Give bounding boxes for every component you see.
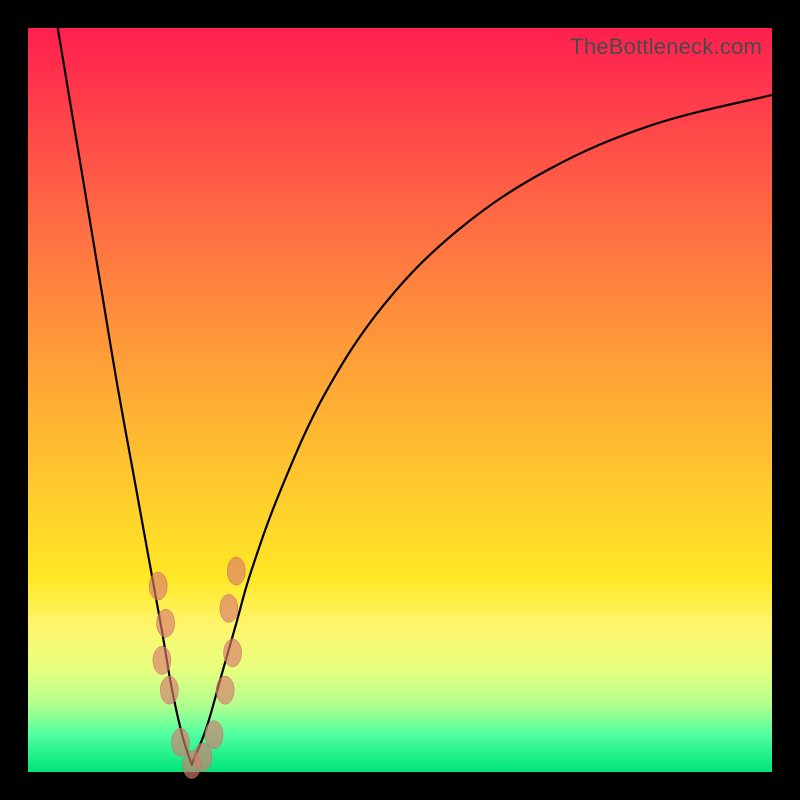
marker-group [149,557,245,778]
data-marker [205,721,223,749]
curve-right-branch [192,95,772,765]
curve-left-branch [58,28,192,765]
chart-frame: TheBottleneck.com [0,0,800,800]
data-marker [194,743,212,771]
data-marker [220,594,238,622]
data-marker [160,676,178,704]
curve-layer [28,28,772,772]
data-marker [227,557,245,585]
data-marker [172,728,190,756]
plot-area: TheBottleneck.com [28,28,772,772]
data-marker [216,676,234,704]
data-marker [149,572,167,600]
data-marker [153,646,171,674]
data-marker [157,609,175,637]
data-marker [224,639,242,667]
